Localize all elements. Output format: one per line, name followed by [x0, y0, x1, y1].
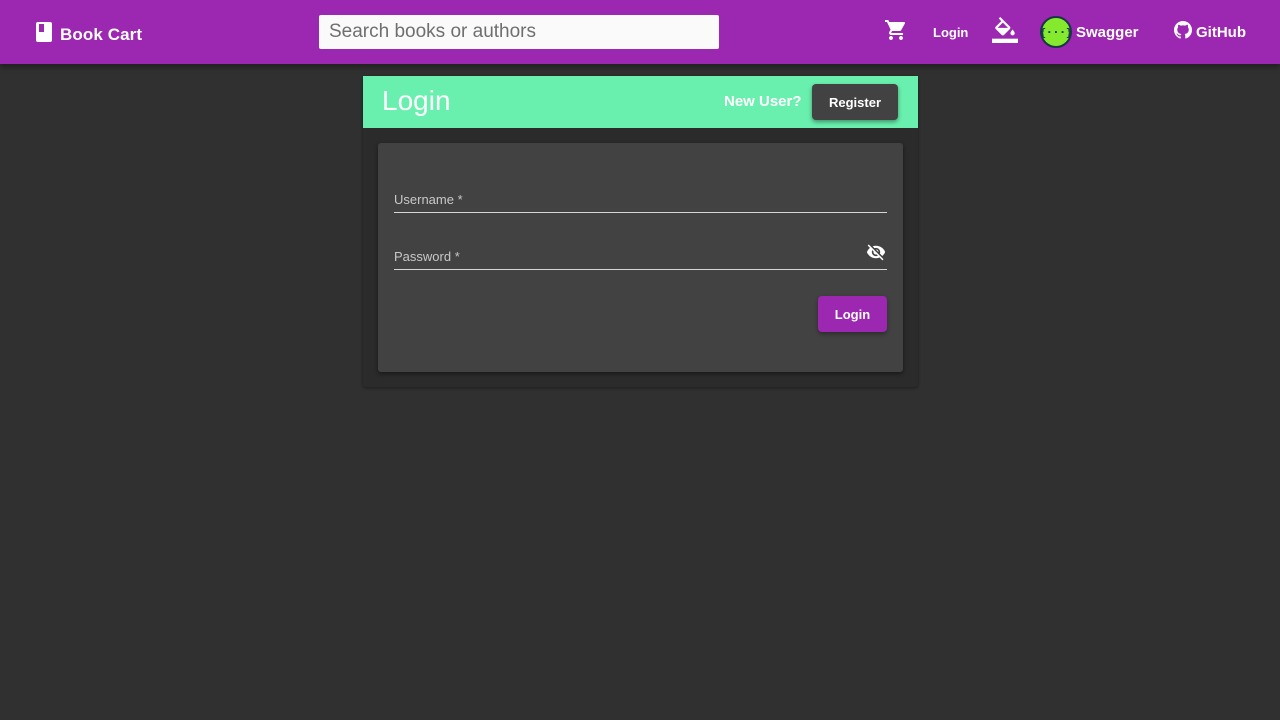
brand-home-link[interactable]: Book Cart [36, 22, 142, 47]
brand-label: Book Cart [60, 24, 143, 44]
visibility-off-icon[interactable] [865, 241, 887, 263]
top-toolbar: Book Cart Login {···} Swagger GitHub [0, 0, 1280, 64]
login-submit-button[interactable]: Login [818, 296, 887, 332]
login-link[interactable]: Login [933, 0, 968, 64]
swagger-label: Swagger [1076, 23, 1139, 41]
github-link[interactable]: GitHub [1174, 0, 1246, 64]
username-field[interactable]: Username * [394, 185, 887, 213]
shopping-cart-icon [884, 18, 908, 47]
format-color-fill-icon [992, 16, 1018, 48]
book-icon [36, 22, 52, 47]
register-button[interactable]: Register [812, 84, 898, 120]
password-field[interactable]: Password * [394, 242, 887, 270]
swagger-link[interactable]: {···} Swagger [1039, 0, 1139, 64]
new-user-label: New User? [724, 93, 802, 110]
login-card: Login New User? Register Username * Pass… [363, 76, 918, 387]
github-icon [1174, 21, 1192, 43]
username-input[interactable] [394, 185, 887, 212]
password-input[interactable] [394, 242, 887, 269]
cart-button[interactable] [884, 0, 908, 64]
swagger-logo: {···} [1039, 16, 1073, 48]
page-title: Login [382, 85, 451, 116]
search-input[interactable] [319, 15, 719, 49]
github-label: GitHub [1196, 23, 1246, 41]
login-form: Username * Password * Login [378, 143, 903, 372]
theme-picker-button[interactable] [992, 0, 1018, 64]
login-card-header: Login New User? Register [363, 76, 918, 128]
